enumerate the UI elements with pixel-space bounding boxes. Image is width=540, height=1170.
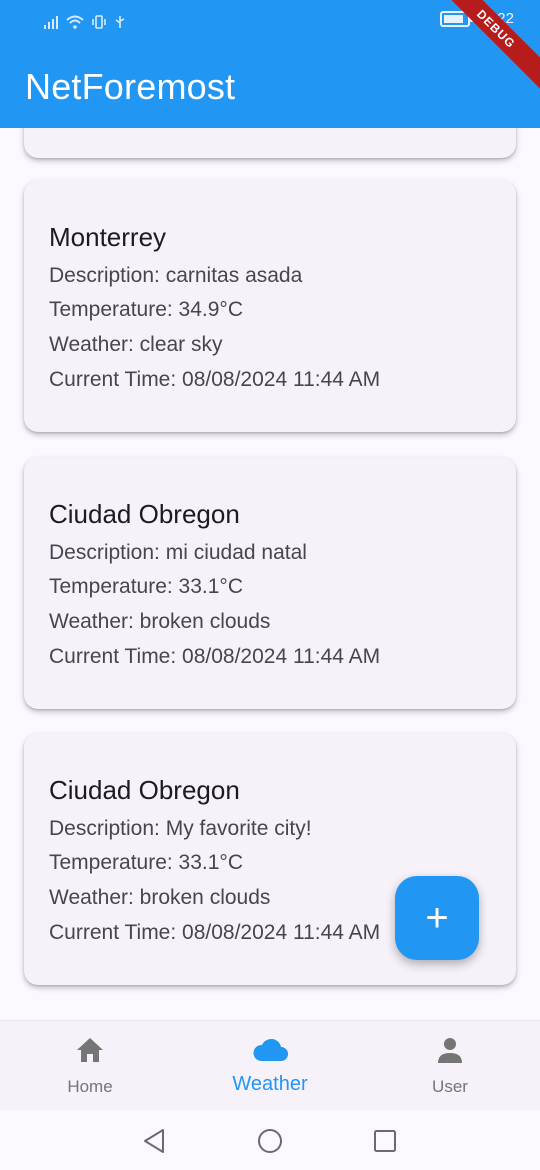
card-temperature: Temperature: 33.1°C: [49, 851, 243, 874]
card-time: Current Time: 08/08/2024 11:44 AM: [49, 921, 381, 944]
card-description: Description: carnitas asada: [49, 264, 303, 287]
wifi-icon: [66, 15, 84, 29]
status-icons-left: [44, 12, 126, 32]
list-card-partial[interactable]: [24, 128, 516, 158]
nav-label-weather: Weather: [232, 1073, 308, 1095]
system-navigation-bar: [0, 1110, 540, 1170]
back-icon[interactable]: [142, 1128, 166, 1154]
card-weather: Weather: broken clouds: [49, 886, 271, 909]
card-time: Current Time: 08/08/2024 11:44 AM: [49, 645, 381, 668]
card-weather: Weather: broken clouds: [49, 610, 271, 633]
nav-item-user[interactable]: User: [390, 1033, 510, 1097]
card-description: Description: My favorite city!: [49, 817, 312, 840]
add-city-button[interactable]: +: [395, 876, 479, 960]
card-city: Ciudad Obregon: [49, 775, 240, 805]
bottom-navigation: Home Weather User: [0, 1020, 540, 1111]
weather-card[interactable]: Monterrey Description: carnitas asada Te…: [24, 180, 516, 432]
card-city: Ciudad Obregon: [49, 499, 240, 529]
vibrate-icon: [92, 15, 106, 29]
recents-icon[interactable]: [373, 1129, 397, 1153]
card-description: Description: mi ciudad natal: [49, 541, 307, 564]
card-time: Current Time: 08/08/2024 11:44 AM: [49, 368, 381, 391]
home-circle-icon[interactable]: [257, 1128, 283, 1154]
card-temperature: Temperature: 33.1°C: [49, 575, 243, 598]
usb-icon: [115, 16, 125, 28]
card-temperature: Temperature: 34.9°C: [49, 298, 243, 321]
plus-icon: +: [425, 895, 449, 940]
app-bar: 10:22 NetForemost DEBUG: [0, 0, 540, 128]
person-icon: [438, 1038, 462, 1063]
app-title: NetForemost: [25, 66, 236, 107]
nav-label-home: Home: [67, 1077, 113, 1096]
weather-card[interactable]: Ciudad Obregon Description: mi ciudad na…: [24, 457, 516, 709]
home-icon: [77, 1038, 103, 1062]
signal-icon: [44, 16, 58, 29]
nav-item-home[interactable]: Home: [30, 1033, 150, 1097]
nav-item-weather[interactable]: Weather: [210, 1033, 330, 1096]
card-weather: Weather: clear sky: [49, 333, 223, 356]
cloud-icon: [253, 1038, 288, 1061]
card-city: Monterrey: [49, 222, 167, 252]
nav-label-user: User: [432, 1077, 468, 1096]
